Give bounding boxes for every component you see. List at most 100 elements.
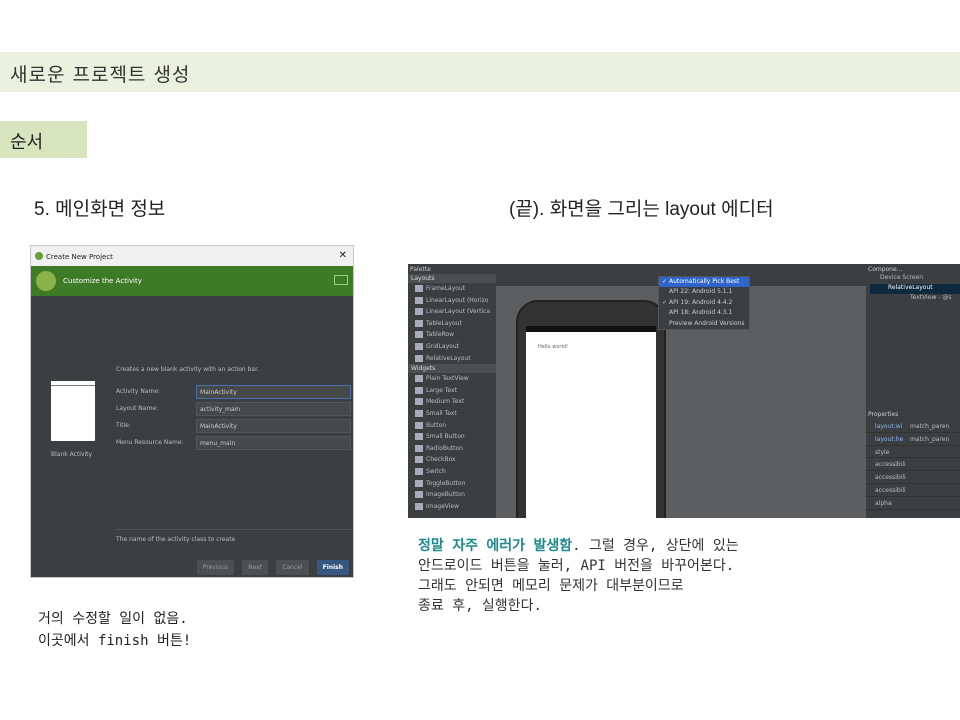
cancel-button[interactable]: Cancel (276, 560, 309, 575)
property-row[interactable]: layout:he match_paren (866, 433, 960, 446)
api-version-menu: Automatically Pick Best API 22: Android … (658, 276, 750, 330)
component-tree-panel: Compone... Device Screen RelativeLayout … (866, 264, 960, 518)
palette-item[interactable]: ToggleButton (408, 478, 496, 490)
property-key: accessibili (875, 461, 906, 469)
tree-node[interactable]: Device Screen (870, 274, 960, 284)
left-heading: 5. 메인화면 정보 (34, 199, 166, 220)
property-key: accessibili (875, 486, 906, 494)
palette-group[interactable]: Widgets (408, 364, 496, 374)
close-icon[interactable]: ✕ (339, 250, 347, 261)
palette-item[interactable]: TableLayout (408, 318, 496, 330)
device-preview: Hello world! (516, 300, 666, 518)
property-value: match_paren (910, 423, 950, 430)
menu-resource-input[interactable]: menu_main (196, 436, 351, 450)
right-heading: (끝). 화면을 그리는 layout 에디터 (509, 199, 774, 220)
create-project-dialog: Create New Project ✕ Customize the Activ… (30, 245, 354, 578)
dialog-body: Blank Activity Creates a new blank activ… (31, 296, 353, 577)
right-note-line: 종료 후, 실행한다. (418, 598, 542, 614)
dialog-header: Customize the Activity (31, 266, 353, 296)
palette-item[interactable]: Small Text (408, 408, 496, 420)
palette-item[interactable]: Large Text (408, 385, 496, 397)
palette-item[interactable]: RelativeLayout (408, 353, 496, 365)
finish-button[interactable]: Finish (316, 560, 349, 575)
property-row[interactable]: accessibili (866, 471, 960, 484)
palette-item[interactable]: FrameLayout (408, 283, 496, 295)
android-studio-icon (35, 252, 43, 260)
field-label: Title: (116, 422, 131, 429)
api-menu-item[interactable]: Automatically Pick Best (659, 277, 749, 288)
palette-item[interactable]: LinearLayout (Vertica (408, 306, 496, 318)
palette-item[interactable]: TableRow (408, 329, 496, 341)
layout-editor-screenshot: Palette Layouts FrameLayout LinearLayout… (408, 264, 960, 518)
slide-title-band: 새로운 프로젝트 생성 (0, 52, 960, 92)
palette-item[interactable]: RadioButton (408, 443, 496, 455)
dialog-titlebar: Create New Project ✕ (31, 246, 353, 266)
thumbnail-label: Blank Activity (51, 451, 93, 458)
right-note-line: 안드로이드 버튼을 눌러, API 버전을 바꾸어본다. (418, 558, 735, 574)
api-menu-item[interactable]: API 19: Android 4.4.2 (659, 298, 749, 308)
android-logo-icon (36, 271, 56, 291)
field-hint: The name of the activity class to create (116, 536, 236, 543)
right-note-emphasis: 정말 자주 에러가 발생함 (418, 538, 573, 554)
form-row-activity-name: Activity Name: MainActivity (116, 384, 351, 401)
dialog-description: Creates a new blank activity with an act… (116, 366, 259, 373)
property-row[interactable]: layout:wi match_paren (866, 420, 960, 433)
hello-textview[interactable]: Hello world! (538, 344, 568, 350)
title-input[interactable]: MainActivity (196, 419, 351, 433)
header-corner-icon (334, 275, 348, 285)
palette-item[interactable]: LinearLayout (Horizo (408, 295, 496, 307)
form-row-menu-resource: Menu Resource Name: menu_main (116, 435, 351, 452)
properties-title: Properties (868, 411, 899, 418)
component-tree: Device Screen RelativeLayout TextView - … (866, 274, 960, 304)
section-band: 순서 (0, 121, 87, 158)
property-value: match_paren (910, 435, 950, 443)
left-note-line: 이곳에서 finish 버튼! (38, 633, 192, 649)
device-screen[interactable]: Hello world! (526, 332, 656, 518)
form-row-title: Title: MainActivity (116, 418, 351, 435)
api-menu-item[interactable]: API 18: Android 4.3.1 (659, 308, 749, 318)
property-key: accessibili (875, 474, 906, 482)
property-row[interactable]: alpha (866, 497, 960, 510)
properties-panel: Properties layout:wi match_paren layout:h… (866, 408, 960, 510)
dialog-title: Create New Project (46, 253, 113, 261)
tree-node[interactable]: TextView - @s (870, 294, 960, 304)
field-label: Menu Resource Name: (116, 439, 184, 446)
api-menu-item[interactable]: Preview Android Versions (659, 319, 749, 329)
activity-form: Activity Name: MainActivity Layout Name:… (116, 384, 351, 452)
next-button[interactable]: Next (242, 560, 269, 575)
api-menu-item[interactable]: API 22: Android 5.1.1 (659, 287, 749, 297)
palette-item[interactable]: CheckBox (408, 454, 496, 466)
palette-title: Palette (410, 266, 431, 273)
right-note: 정말 자주 에러가 발생함. 그럴 경우, 상단에 있는안드로이드 버튼을 눌러… (418, 536, 739, 616)
property-key: layout:wi (875, 423, 903, 430)
left-note-line: 거의 수정할 일이 없음. (38, 611, 188, 627)
palette-item[interactable]: Button (408, 420, 496, 432)
tree-node[interactable]: RelativeLayout (870, 284, 960, 294)
right-note-text: . 그럴 경우, 상단에 있는 (572, 538, 739, 554)
section-label: 순서 (10, 132, 44, 153)
slide-title: 새로운 프로젝트 생성 (10, 64, 191, 86)
property-row[interactable]: accessibili (866, 484, 960, 497)
layout-name-input[interactable]: activity_main (196, 402, 351, 416)
palette-item[interactable]: ImageView (408, 501, 496, 513)
previous-button[interactable]: Previous (196, 560, 235, 575)
activity-name-input[interactable]: MainActivity (196, 385, 351, 399)
form-row-layout-name: Layout Name: activity_main (116, 401, 351, 418)
left-note: 거의 수정할 일이 없음. 이곳에서 finish 버튼! (38, 608, 191, 652)
palette-item[interactable]: GridLayout (408, 341, 496, 353)
right-note-line: 그래도 안되면 메모리 문제가 대부분이므로 (418, 578, 684, 594)
dialog-header-title: Customize the Activity (63, 277, 142, 285)
palette-item[interactable]: Plain TextView (408, 373, 496, 385)
palette-item[interactable]: ImageButton (408, 489, 496, 501)
property-row[interactable]: accessibili (866, 458, 960, 472)
divider (116, 529, 351, 530)
palette-group[interactable]: Layouts (408, 274, 496, 283)
palette-item[interactable]: Switch (408, 466, 496, 478)
palette-panel: Palette Layouts FrameLayout LinearLayout… (408, 264, 496, 518)
right-note-line: 정말 자주 에러가 발생함. 그럴 경우, 상단에 있는 (418, 536, 739, 556)
blank-activity-thumbnail[interactable] (51, 381, 95, 441)
property-key: style (875, 448, 890, 456)
property-row[interactable]: style (866, 446, 960, 459)
palette-item[interactable]: Medium Text (408, 396, 496, 408)
palette-item[interactable]: Small Button (408, 431, 496, 443)
